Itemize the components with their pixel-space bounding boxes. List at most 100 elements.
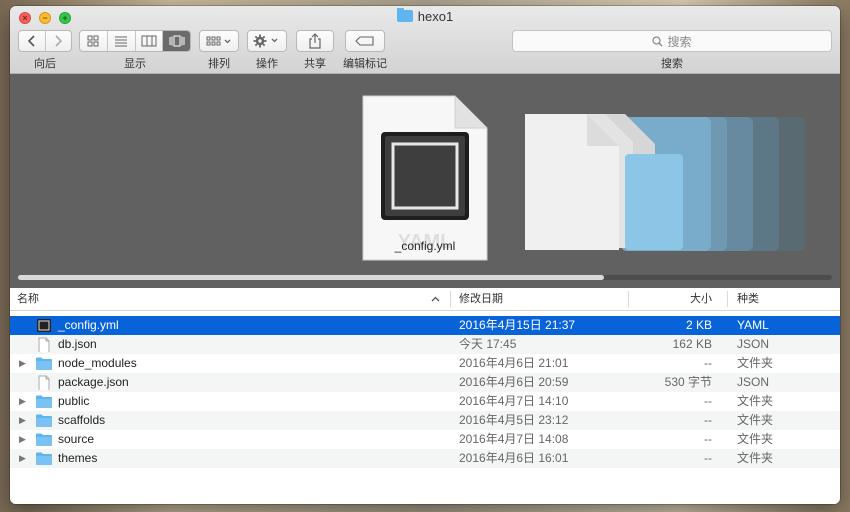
folder-stack-icons xyxy=(525,114,805,251)
yaml-document-icon: YAML xyxy=(362,95,488,261)
file-name: themes xyxy=(58,451,98,465)
folder-icon xyxy=(36,357,52,370)
icon-view-button[interactable] xyxy=(80,31,108,51)
column-view-button[interactable] xyxy=(136,31,164,51)
file-list: 名称 修改日期 大小 种类 _config.yml 2016年4月15日 21:3… xyxy=(10,288,840,504)
window-title: hexo1 xyxy=(10,8,840,24)
table-row[interactable]: package.json 2016年4月6日 20:59 530 字节 JSON xyxy=(10,373,840,392)
file-kind: YAML xyxy=(737,318,769,332)
file-name: scaffolds xyxy=(58,413,106,427)
file-size: -- xyxy=(704,432,712,446)
search-label: 搜索 xyxy=(661,58,683,70)
folder-icon xyxy=(36,395,52,408)
file-date: 2016年4月6日 21:01 xyxy=(459,356,569,370)
column-header-date[interactable]: 修改日期 xyxy=(459,288,503,310)
coverflow-scrollbar[interactable] xyxy=(18,275,832,280)
disclosure-triangle-icon[interactable]: ▶ xyxy=(19,449,26,468)
document-icon xyxy=(38,375,50,390)
table-row[interactable]: ▶ public 2016年4月7日 14:10 -- 文件夹 xyxy=(10,392,840,411)
tag-icon xyxy=(355,36,374,46)
share-label: 共享 xyxy=(304,58,326,70)
file-date: 2016年4月5日 23:12 xyxy=(459,413,569,427)
file-kind: JSON xyxy=(737,375,770,389)
share-button[interactable] xyxy=(296,30,334,52)
columns-icon xyxy=(141,35,157,47)
back-forward-group xyxy=(18,30,72,52)
preview-file-name: _config.yml xyxy=(394,239,456,253)
folder-icon xyxy=(625,154,683,250)
chevron-right-icon xyxy=(55,35,63,47)
table-row[interactable]: ▶ node_modules 2016年4月6日 21:01 -- 文件夹 xyxy=(10,354,840,373)
finder-window: × − + hexo1 向后 显示 排列 操作 共享 编辑标记 搜索 搜索 YA… xyxy=(10,6,840,504)
file-kind: 文件夹 xyxy=(737,394,774,408)
edit-tags-button[interactable] xyxy=(345,30,385,52)
folder-icon xyxy=(36,433,52,446)
file-date: 2016年4月6日 16:01 xyxy=(459,451,569,465)
column-header-kind[interactable]: 种类 xyxy=(737,288,759,310)
folder-icon xyxy=(396,8,413,22)
arrange-icon xyxy=(206,36,231,46)
file-name: node_modules xyxy=(58,356,137,370)
terminal-file-icon xyxy=(37,319,51,332)
edit-tags-label: 编辑标记 xyxy=(343,58,387,70)
view-mode-group xyxy=(79,30,191,52)
table-row[interactable]: ▶ scaffolds 2016年4月5日 23:12 -- 文件夹 xyxy=(10,411,840,430)
list-view-button[interactable] xyxy=(108,31,136,51)
gear-icon xyxy=(253,34,278,48)
folder-icon xyxy=(36,414,52,427)
file-kind: 文件夹 xyxy=(737,451,774,465)
file-kind: 文件夹 xyxy=(737,432,774,446)
file-size: 530 字节 xyxy=(664,375,712,389)
arrange-label: 排列 xyxy=(208,58,230,70)
search-field[interactable]: 搜索 xyxy=(512,30,832,52)
document-icon xyxy=(38,337,50,352)
file-date: 2016年4月7日 14:10 xyxy=(459,394,569,408)
table-row[interactable]: ▶ themes 2016年4月6日 16:01 -- 文件夹 xyxy=(10,449,840,468)
disclosure-triangle-icon[interactable]: ▶ xyxy=(19,430,26,449)
file-size: -- xyxy=(704,451,712,465)
file-kind: 文件夹 xyxy=(737,356,774,370)
file-size: 162 KB xyxy=(672,337,712,351)
share-icon xyxy=(309,33,321,49)
file-date: 2016年4月7日 14:08 xyxy=(459,432,569,446)
search-placeholder: 搜索 xyxy=(667,34,692,49)
list-header: 名称 修改日期 大小 种类 xyxy=(10,288,840,311)
back-label: 向后 xyxy=(34,58,56,70)
file-date: 今天 17:45 xyxy=(459,337,517,351)
file-size: -- xyxy=(704,413,712,427)
file-kind: 文件夹 xyxy=(737,413,774,427)
file-date: 2016年4月6日 20:59 xyxy=(459,375,569,389)
back-button[interactable] xyxy=(19,31,46,51)
file-name: source xyxy=(58,432,95,446)
folder-icon xyxy=(36,452,52,465)
file-kind: JSON xyxy=(737,337,770,351)
table-row[interactable]: db.json 今天 17:45 162 KB JSON xyxy=(10,335,840,354)
column-header-size[interactable]: 大小 xyxy=(690,288,712,310)
table-row[interactable]: _config.yml 2016年4月15日 21:37 2 KB YAML xyxy=(10,316,840,335)
file-date: 2016年4月15日 21:37 xyxy=(459,318,576,332)
coverflow-icon xyxy=(169,35,185,47)
file-name: db.json xyxy=(58,337,97,351)
arrange-button[interactable] xyxy=(199,30,239,52)
list-icon xyxy=(115,36,128,47)
view-label: 显示 xyxy=(124,58,146,70)
forward-button[interactable] xyxy=(46,31,72,51)
disclosure-triangle-icon[interactable]: ▶ xyxy=(19,354,26,373)
action-button[interactable] xyxy=(247,30,287,52)
search-icon xyxy=(652,35,663,46)
coverflow-view-button[interactable] xyxy=(163,31,190,51)
action-label: 操作 xyxy=(256,58,278,70)
table-row[interactable]: ▶ source 2016年4月7日 14:08 -- 文件夹 xyxy=(10,430,840,449)
column-header-name[interactable]: 名称 xyxy=(17,288,39,310)
coverflow-preview[interactable]: YAML _config.yml xyxy=(10,74,840,288)
disclosure-triangle-icon[interactable]: ▶ xyxy=(19,411,26,430)
grid-icon xyxy=(87,35,99,47)
chevron-left-icon xyxy=(27,35,35,47)
disclosure-triangle-icon[interactable]: ▶ xyxy=(19,392,26,411)
file-size: 2 KB xyxy=(685,318,712,332)
file-size: -- xyxy=(704,356,712,370)
file-name: _config.yml xyxy=(58,318,119,332)
coverflow-scroll-thumb[interactable] xyxy=(18,275,604,280)
file-name: package.json xyxy=(58,375,129,389)
file-rows: _config.yml 2016年4月15日 21:37 2 KB YAML db.js… xyxy=(10,311,840,468)
